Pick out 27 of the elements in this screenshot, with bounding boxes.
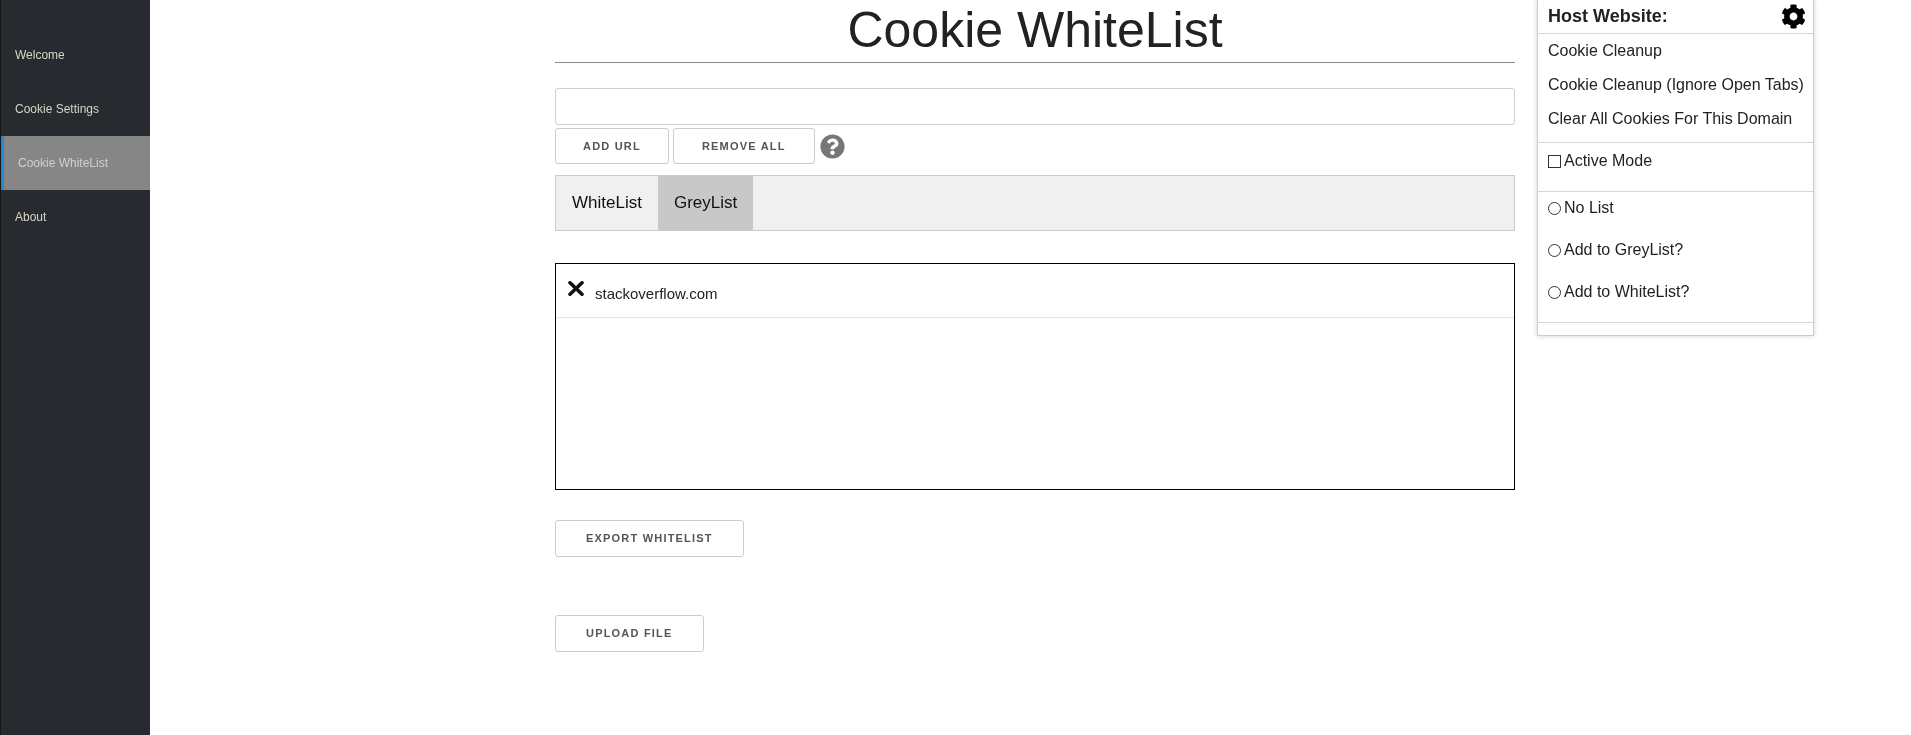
radio-button[interactable]: [1548, 201, 1561, 215]
menu-item[interactable]: Cookie Cleanup (Ignore Open Tabs): [1538, 68, 1813, 102]
radio-button[interactable]: [1548, 243, 1561, 257]
tab[interactable]: WhiteList: [556, 176, 658, 230]
file-button[interactable]: EXPORT WHITELIST: [555, 520, 744, 557]
sidebar-item[interactable]: Cookie Settings: [1, 82, 150, 136]
sidebar-item[interactable]: About: [1, 190, 150, 244]
sidebar-item[interactable]: Welcome: [1, 28, 150, 82]
action-button[interactable]: ADD URL: [555, 128, 669, 164]
settings-icon[interactable]: [1781, 4, 1806, 29]
help-icon[interactable]: [819, 133, 845, 159]
popup-title: Host Website:: [1548, 5, 1668, 28]
remove-icon[interactable]: [568, 281, 584, 296]
radio-label: No List: [1564, 198, 1614, 218]
menu-item[interactable]: Cookie Cleanup: [1538, 34, 1813, 68]
radio-label: Add to WhiteList?: [1564, 282, 1690, 302]
checkbox-label: Active Mode: [1564, 151, 1653, 171]
radio-button[interactable]: [1548, 285, 1561, 299]
url-input[interactable]: [555, 88, 1515, 125]
file-button[interactable]: UPLOAD FILE: [555, 615, 704, 652]
radio-label: Add to GreyList?: [1564, 240, 1684, 260]
page-title: Cookie WhiteList: [847, 2, 1223, 59]
list-entry: stackoverflow.com: [595, 285, 718, 302]
checkbox[interactable]: [1548, 154, 1561, 168]
menu-item[interactable]: Clear All Cookies For This Domain: [1538, 102, 1813, 136]
action-button[interactable]: REMOVE ALL: [672, 128, 815, 164]
tab[interactable]: GreyList: [657, 176, 754, 230]
